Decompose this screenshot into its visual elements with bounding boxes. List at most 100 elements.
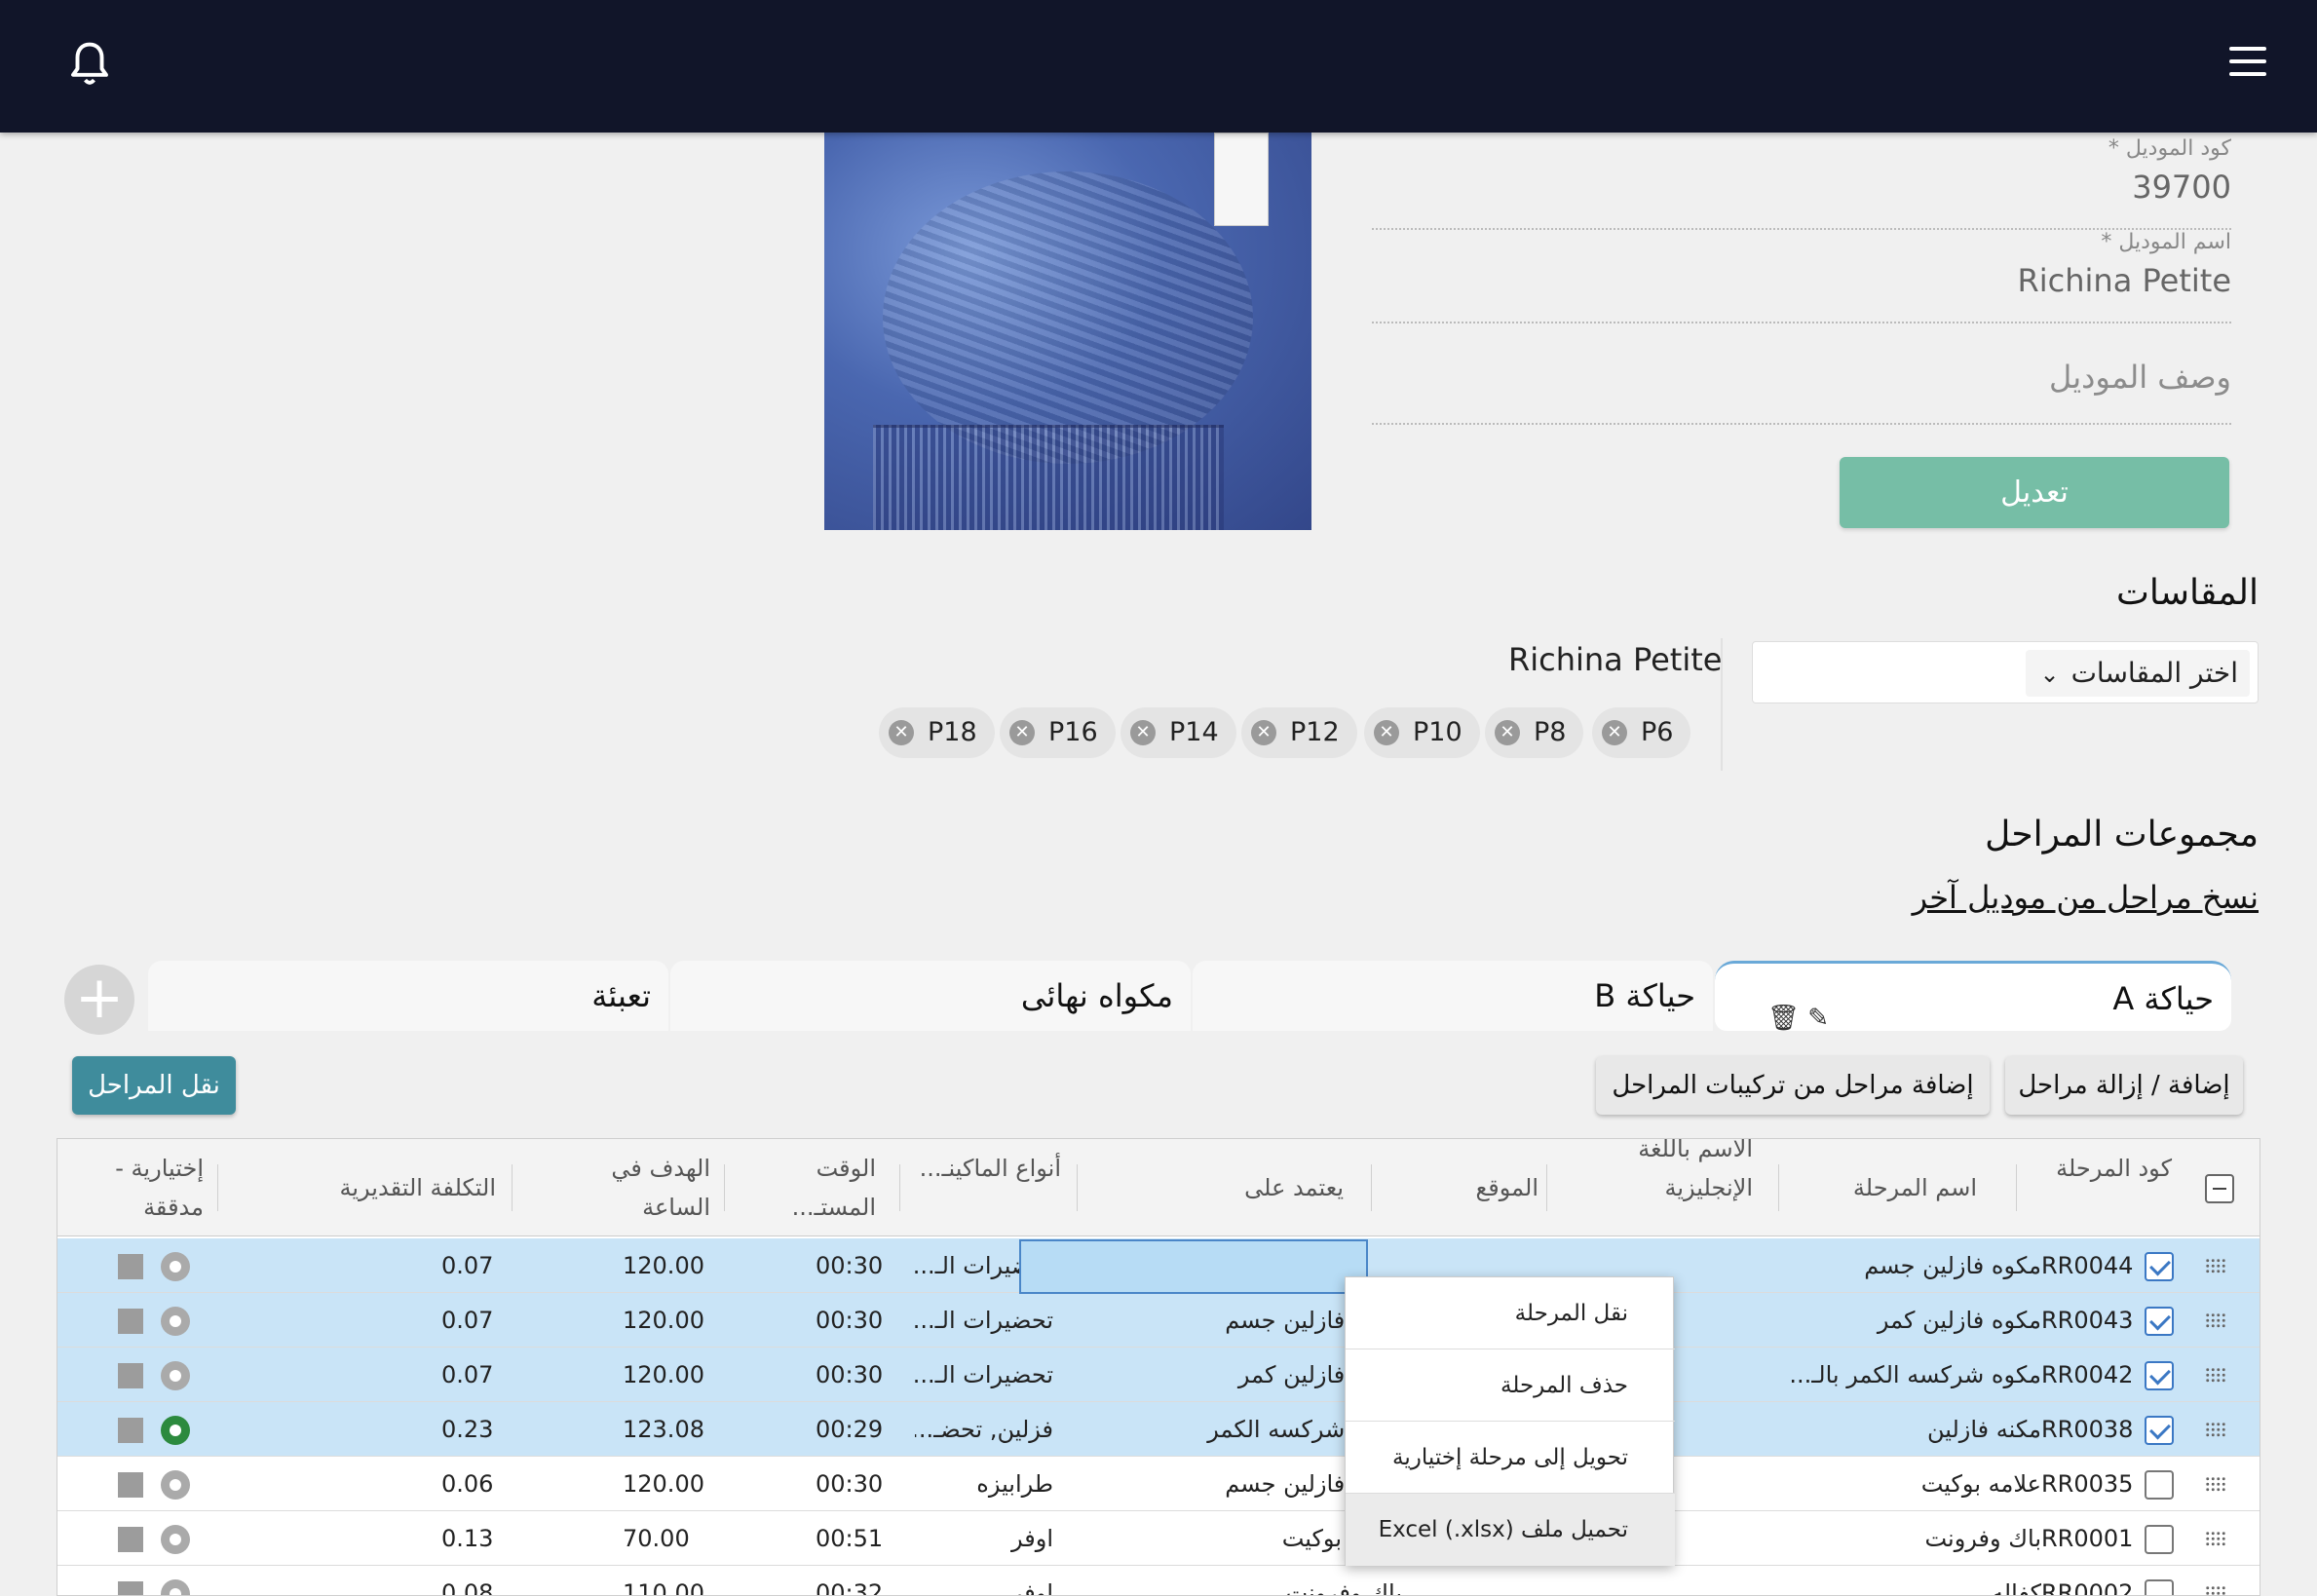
optional-toggle[interactable] [118, 1363, 143, 1388]
menu-item-download-excel[interactable]: تحميل ملف Excel (.xlsx) [1346, 1494, 1675, 1566]
row-checkbox[interactable] [2145, 1470, 2174, 1500]
optional-toggle[interactable] [118, 1254, 143, 1279]
size-chip[interactable]: ✕ P10 [1364, 707, 1480, 758]
optional-toggle[interactable] [118, 1527, 143, 1552]
optional-toggle[interactable] [118, 1581, 143, 1595]
copy-stages-link[interactable]: نسخ مراحل من موديل آخر [1913, 879, 2259, 916]
header-depends-on[interactable]: يعتمد على [1149, 1139, 1344, 1236]
tab-final-ironing[interactable]: مكواه نهائى [670, 961, 1191, 1031]
remove-chip-icon[interactable]: ✕ [1374, 720, 1399, 745]
edit-button[interactable]: تعديل [1840, 457, 2229, 528]
remove-chip-icon[interactable]: ✕ [1602, 720, 1627, 745]
model-description-placeholder[interactable]: وصف الموديل [1372, 359, 2231, 396]
model-description-field[interactable]: وصف الموديل [1372, 351, 2231, 425]
optional-toggle[interactable] [118, 1418, 143, 1443]
remove-chip-icon[interactable]: ✕ [1251, 720, 1276, 745]
menu-item-delete-stage[interactable]: حذف المرحلة [1346, 1349, 1675, 1422]
verified-radio[interactable] [161, 1361, 190, 1390]
column-separator[interactable] [1546, 1164, 1547, 1211]
depends-on-editor[interactable] [1019, 1239, 1368, 1294]
column-separator[interactable] [899, 1164, 900, 1211]
table-row[interactable]: RR0038 مكنه فازلين مكوه شركسه الكمر فزلي… [57, 1402, 2260, 1457]
size-chip[interactable]: ✕ P18 [879, 707, 995, 758]
move-stages-button[interactable]: نقل المراحل [72, 1056, 236, 1115]
model-code-value[interactable]: 39700 [1372, 169, 2231, 206]
add-stages-from-combos-button[interactable]: إضافة مراحل من تركيبات المراحل [1596, 1056, 1990, 1115]
verified-radio[interactable] [161, 1252, 190, 1281]
column-separator[interactable] [2016, 1164, 2017, 1211]
stage-group-tabs: حياكة A ✎ 🗑 حياكة B مكواه نهائى تعبئة [144, 961, 2237, 1033]
header-location[interactable]: الموقع [1402, 1139, 1539, 1236]
size-chip[interactable]: ✕ P16 [1000, 707, 1116, 758]
stage-time: 00:30 [816, 1361, 884, 1388]
drag-handle-icon[interactable] [2205, 1585, 2226, 1595]
add-tab-button[interactable]: + [64, 965, 134, 1035]
menu-item-move-stage[interactable]: نقل المرحلة [1346, 1277, 1675, 1349]
select-all-checkbox[interactable] [2205, 1174, 2234, 1203]
depends-on[interactable]: باك وفرونت [1081, 1566, 1402, 1595]
size-chip[interactable]: ✕ P6 [1592, 707, 1691, 758]
verified-radio[interactable] [161, 1470, 190, 1500]
remove-chip-icon[interactable]: ✕ [1495, 720, 1520, 745]
size-chip[interactable]: ✕ P8 [1485, 707, 1584, 758]
verified-radio[interactable] [161, 1579, 190, 1595]
row-checkbox[interactable] [2145, 1307, 2174, 1336]
header-time[interactable]: الوقت المستـ... [740, 1139, 876, 1236]
optional-toggle[interactable] [118, 1472, 143, 1498]
remove-chip-icon[interactable]: ✕ [1130, 720, 1156, 745]
sizes-select-button[interactable]: اختر المقاسات ⌄ [2026, 650, 2250, 697]
remove-chip-icon[interactable]: ✕ [889, 720, 914, 745]
column-separator[interactable] [724, 1164, 725, 1211]
model-name-field[interactable]: اسم الموديل * Richina Petite [1372, 230, 2231, 323]
header-cost[interactable]: التكلفة التقديرية [272, 1139, 497, 1236]
verified-radio[interactable] [161, 1525, 190, 1554]
row-checkbox[interactable] [2145, 1252, 2174, 1281]
model-code-field[interactable]: كود الموديل * 39700 [1372, 136, 2231, 230]
stage-cost: 0.07 [441, 1361, 494, 1388]
hamburger-menu-icon[interactable] [2229, 47, 2266, 78]
drag-handle-icon[interactable] [2205, 1312, 2226, 1328]
drag-handle-icon[interactable] [2205, 1531, 2226, 1546]
table-row[interactable]: RR0001 باك وفرونت علامه بوكيت اوفر 00:51… [57, 1511, 2260, 1566]
tab-packaging[interactable]: تعبئة [148, 961, 668, 1031]
header-optional[interactable]: إختيارية - مدققة [77, 1139, 204, 1236]
tab-hiyaka-a[interactable]: حياكة A ✎ 🗑 [1715, 961, 2231, 1033]
drag-handle-icon[interactable] [2205, 1258, 2226, 1273]
verified-radio[interactable] [161, 1416, 190, 1445]
row-checkbox[interactable] [2145, 1361, 2174, 1390]
row-checkbox[interactable] [2145, 1525, 2174, 1554]
size-chip[interactable]: ✕ P12 [1241, 707, 1357, 758]
header-code[interactable]: كود المرحلة [2016, 1139, 2172, 1236]
column-separator[interactable] [217, 1164, 218, 1211]
row-checkbox[interactable] [2145, 1579, 2174, 1595]
header-target[interactable]: الهدف في الساعة [545, 1139, 710, 1236]
tab-hiyaka-b[interactable]: حياكة B [1193, 961, 1713, 1031]
trash-icon[interactable]: 🗑 [1767, 1004, 1800, 1033]
stage-code: RR0043 [2041, 1307, 2134, 1334]
header-machine-types[interactable]: أنواع الماكينـ... [915, 1139, 1061, 1236]
drag-handle-icon[interactable] [2205, 1367, 2226, 1383]
sizes-select[interactable]: اختر المقاسات ⌄ [1752, 641, 2259, 703]
table-row[interactable]: RR0035 علامه بوكيت مكوه فازلين جسم طرابي… [57, 1457, 2260, 1511]
header-name[interactable]: اسم المرحلة [1792, 1139, 1977, 1236]
verified-radio[interactable] [161, 1307, 190, 1336]
table-row[interactable]: RR0002 كفاله باك وفرونت اوفر 00:32 110.0… [57, 1566, 2260, 1595]
edit-icon[interactable]: ✎ [1807, 1004, 1829, 1033]
column-separator[interactable] [1077, 1164, 1078, 1211]
drag-handle-icon[interactable] [2205, 1422, 2226, 1437]
table-row[interactable]: RR0043 مكوه فازلين كمر مكوه فازلين جسم ت… [57, 1293, 2260, 1348]
column-separator[interactable] [1778, 1164, 1779, 1211]
bell-icon[interactable] [68, 41, 111, 90]
menu-item-make-optional[interactable]: تحويل إلى مرحلة إختيارية [1346, 1422, 1675, 1494]
table-row[interactable]: RR0042 مكوه شركسه الكمر بالـ... مكوه فاز… [57, 1348, 2260, 1402]
row-checkbox[interactable] [2145, 1416, 2174, 1445]
model-name-value[interactable]: Richina Petite [1372, 262, 2231, 299]
size-chip[interactable]: ✕ P14 [1121, 707, 1236, 758]
add-remove-stages-button[interactable]: إضافة / إزالة مراحل [2005, 1056, 2243, 1115]
drag-handle-icon[interactable] [2205, 1476, 2226, 1492]
column-separator[interactable] [1371, 1164, 1372, 1211]
column-separator[interactable] [512, 1164, 513, 1211]
remove-chip-icon[interactable]: ✕ [1009, 720, 1035, 745]
optional-toggle[interactable] [118, 1309, 143, 1334]
header-name-en[interactable]: الاسم باللغة الإنجليزية [1597, 1139, 1753, 1227]
